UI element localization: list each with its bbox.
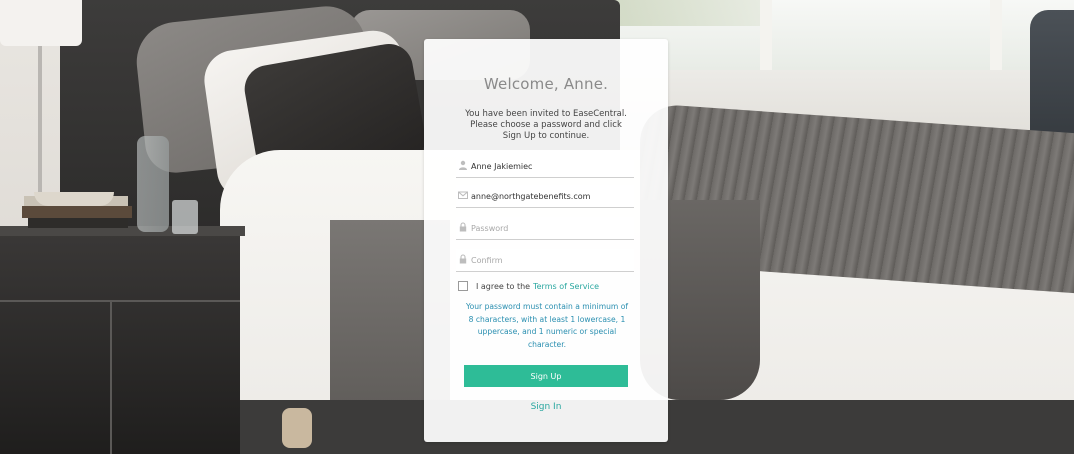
password-input[interactable]: [471, 219, 631, 237]
password-requirements-line: Your password must contain a minimum of: [465, 302, 629, 311]
signup-page: Welcome, Anne. You have been invited to …: [0, 0, 1074, 454]
confirm-field: [456, 249, 634, 272]
terms-agreement: I agree to the Terms of Service: [458, 280, 599, 292]
password-requirements-line: 8 characters, with at least 1 lowercase,…: [468, 314, 626, 324]
terms-label: I agree to the: [476, 281, 531, 291]
envelope-icon: [458, 191, 468, 199]
password-requirements-line: character.: [527, 339, 567, 349]
welcome-title: Welcome, Anne.: [483, 75, 609, 93]
invite-message-line: You have been invited to EaseCentral.: [465, 109, 627, 119]
email-input[interactable]: [471, 187, 631, 205]
sign-up-button[interactable]: Sign Up: [464, 365, 628, 387]
invite-message: You have been invited to EaseCentral. Pl…: [458, 109, 634, 142]
confirm-password-input[interactable]: [471, 251, 631, 269]
terms-checkbox[interactable]: [458, 281, 468, 291]
terms-of-service-link[interactable]: Terms of Service: [533, 282, 599, 291]
name-input[interactable]: [471, 157, 631, 175]
sign-in-link[interactable]: Sign In: [424, 402, 668, 412]
password-requirements: Your password must contain a minimum of …: [456, 301, 638, 351]
lock-icon: [459, 254, 467, 264]
name-field: [456, 155, 634, 178]
password-requirements-line: uppercase, and 1 numeric or special: [477, 327, 617, 336]
lock-icon: [459, 222, 467, 232]
signup-card: Welcome, Anne. You have been invited to …: [424, 39, 668, 442]
invite-message-line: Please choose a password and click: [470, 120, 622, 130]
email-field: [456, 185, 634, 208]
password-field: [456, 217, 634, 240]
invite-message-line: Sign Up to continue.: [502, 131, 590, 141]
user-icon: [459, 160, 467, 170]
